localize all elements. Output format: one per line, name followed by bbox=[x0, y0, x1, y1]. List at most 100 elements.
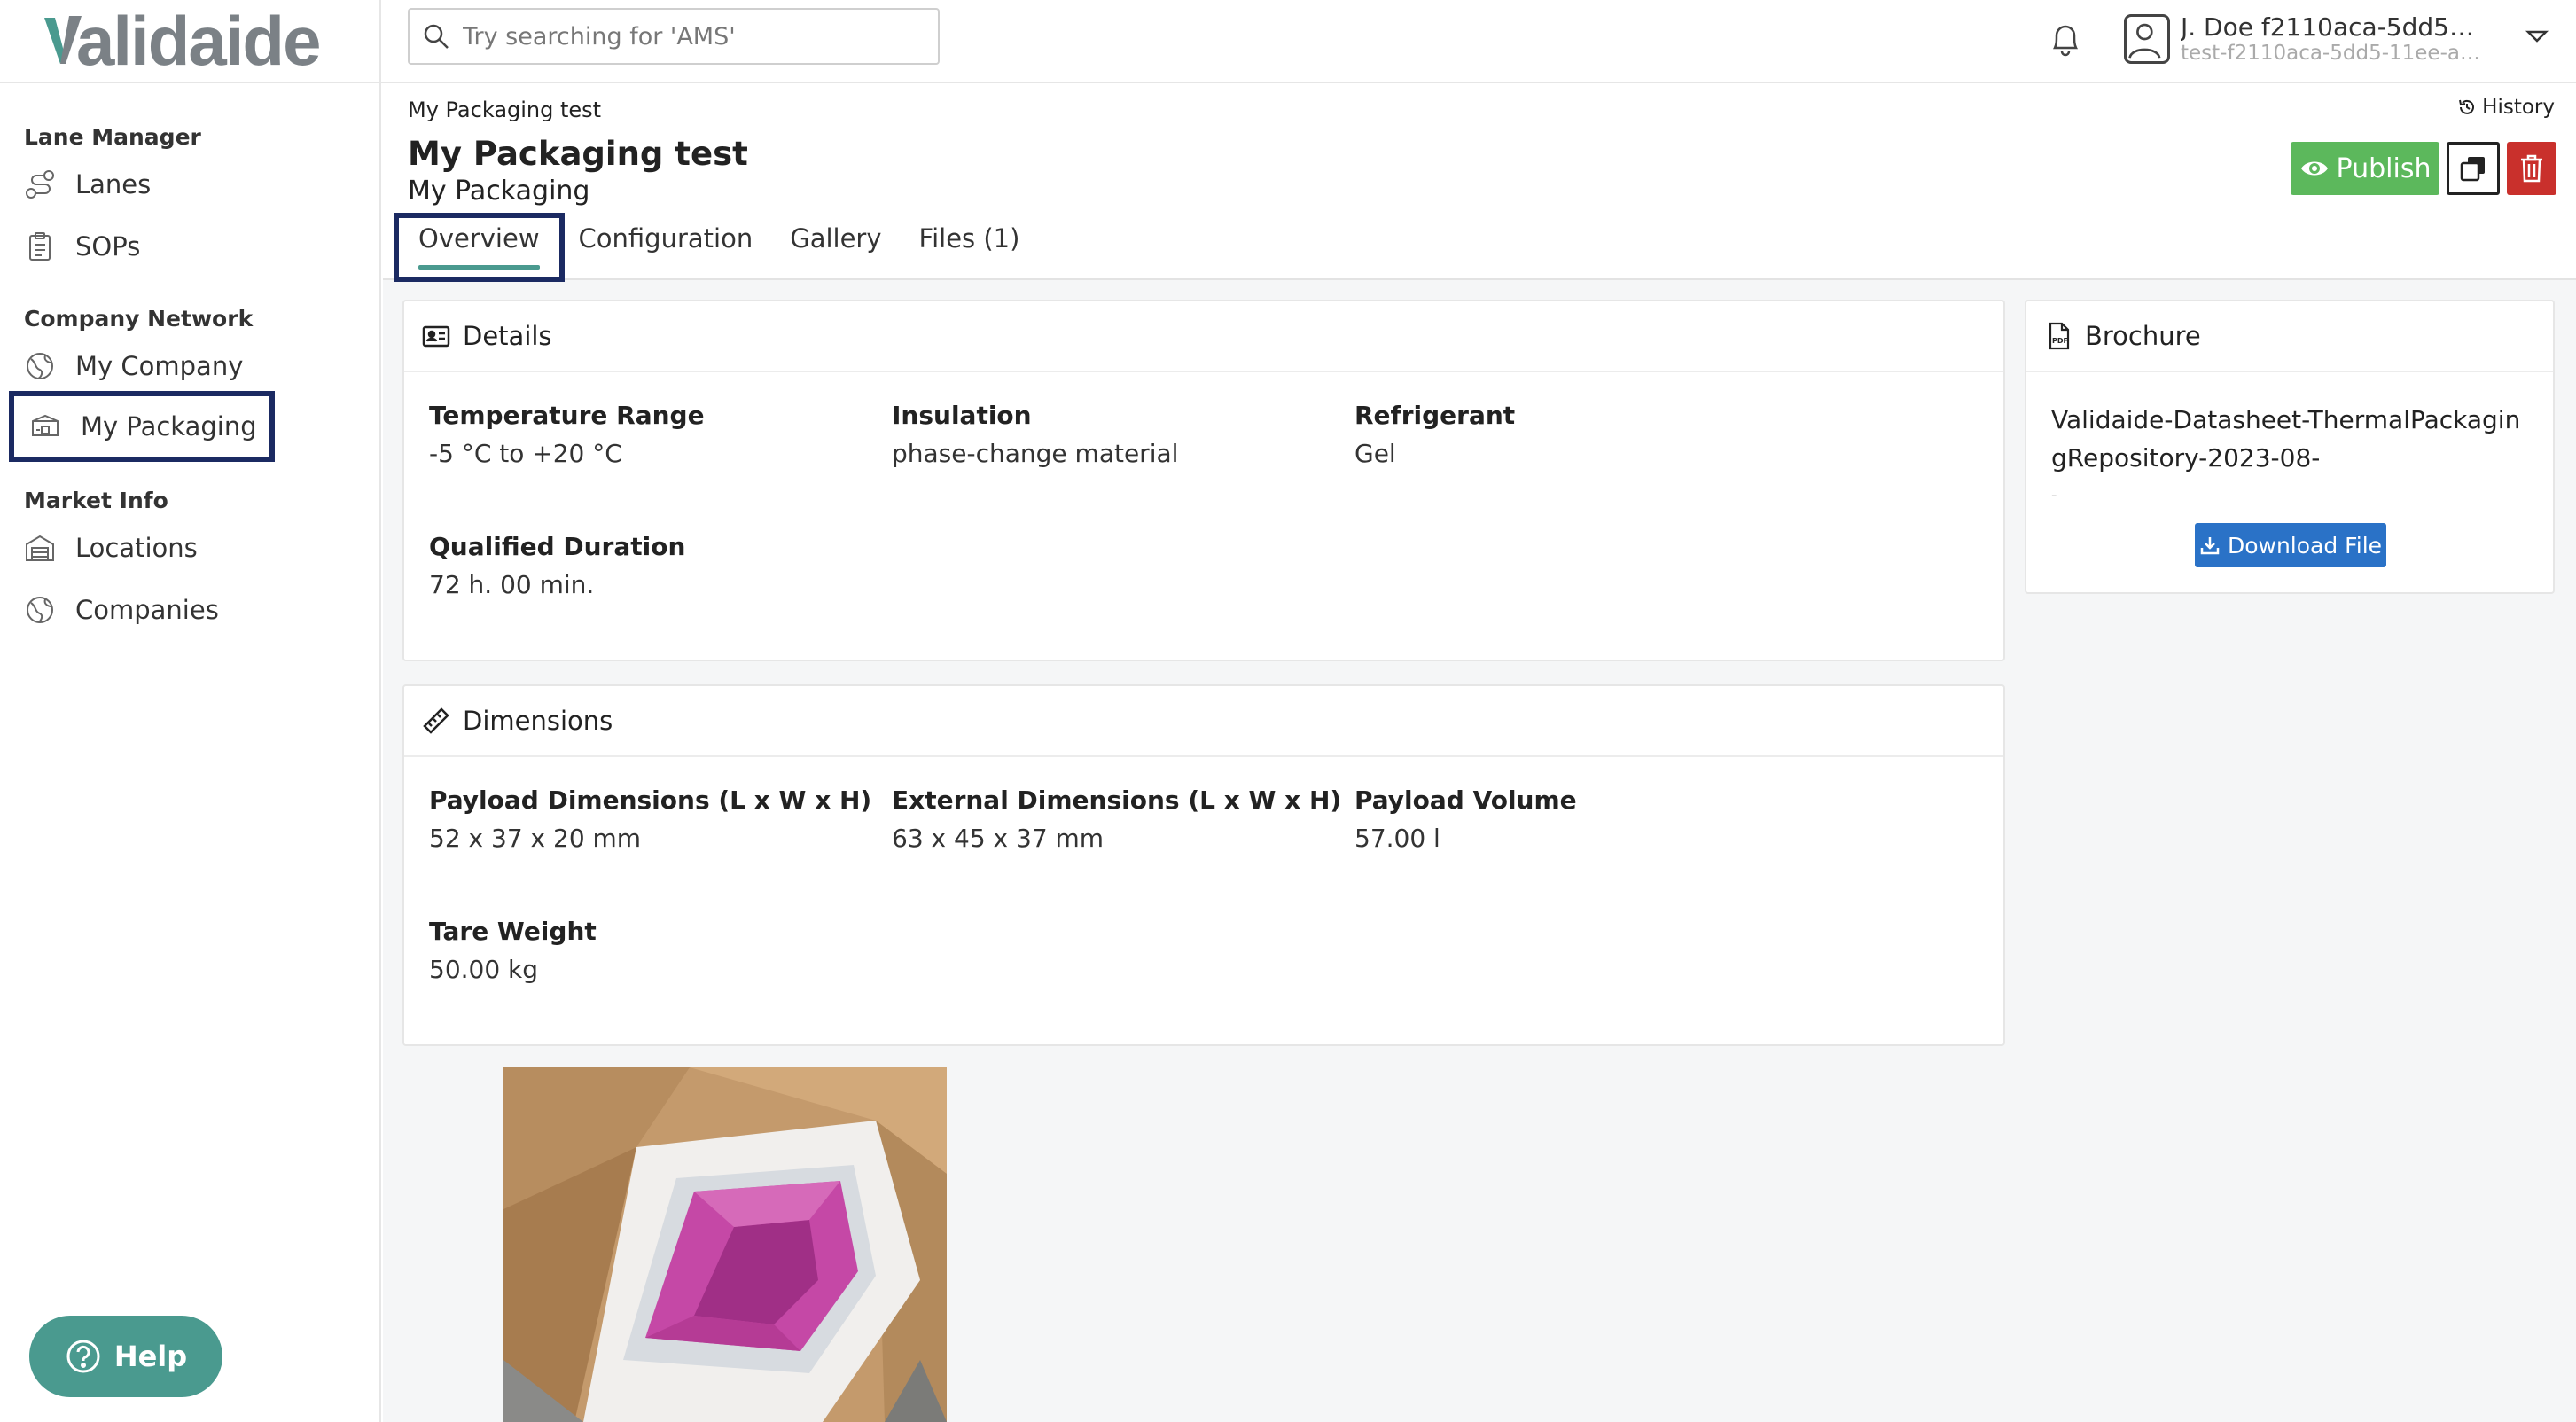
svg-text:PDF: PDF bbox=[2052, 337, 2068, 345]
brochure-file-suffix: - bbox=[2051, 486, 2057, 504]
download-label: Download File bbox=[2227, 532, 2383, 559]
field-label: Insulation bbox=[892, 401, 1032, 430]
sidebar-item-companies[interactable]: Companies bbox=[24, 585, 219, 635]
field-refrigerant: Refrigerant Gel bbox=[1354, 401, 1515, 468]
globe-icon bbox=[27, 353, 53, 379]
page-header: My Packaging test History My Packaging t… bbox=[383, 83, 2576, 282]
sidebar-item-label: My Company bbox=[75, 351, 244, 381]
history-icon bbox=[2459, 99, 2475, 114]
dimensions-card: Dimensions Payload Dimensions (L x W x H… bbox=[402, 684, 2005, 1046]
id-card-icon bbox=[422, 325, 450, 348]
field-value: 57.00 l bbox=[1354, 824, 1440, 853]
field-payload-volume: Payload Volume 57.00 l bbox=[1354, 785, 1577, 853]
main-content: My Packaging test History My Packaging t… bbox=[383, 83, 2576, 1422]
publish-button[interactable]: Publish bbox=[2291, 142, 2439, 195]
sidebar-item-label: Locations bbox=[75, 533, 198, 563]
sidebar-item-sops[interactable]: SOPs bbox=[24, 222, 140, 271]
globe-icon bbox=[27, 597, 53, 623]
field-external-dimensions: External Dimensions (L x W x H) 63 x 45 … bbox=[892, 785, 1341, 853]
field-label: Payload Volume bbox=[1354, 785, 1577, 815]
history-link[interactable]: History bbox=[2457, 96, 2555, 119]
question-circle-icon bbox=[66, 1340, 100, 1373]
field-payload-dimensions: Payload Dimensions (L x W x H) 52 x 37 x… bbox=[429, 785, 871, 853]
sidebar-item-locations[interactable]: Locations bbox=[24, 523, 198, 573]
details-title: Details bbox=[463, 321, 552, 351]
nav-section-company-network: Company Network bbox=[24, 306, 254, 332]
chevron-down-icon[interactable] bbox=[2525, 27, 2549, 46]
search-icon bbox=[424, 24, 449, 49]
field-label: Refrigerant bbox=[1354, 401, 1516, 430]
sidebar-item-label: SOPs bbox=[75, 231, 141, 262]
field-insulation: Insulation phase-change material bbox=[892, 401, 1178, 468]
field-value: Gel bbox=[1354, 439, 1396, 468]
download-file-button[interactable]: Download File bbox=[2195, 523, 2386, 567]
bell-icon[interactable] bbox=[2048, 20, 2083, 59]
field-label: External Dimensions (L x W x H) bbox=[892, 785, 1342, 815]
sidebar-item-lanes[interactable]: Lanes bbox=[24, 160, 151, 209]
details-card: Details Temperature Range -5 °C to +20 °… bbox=[402, 300, 2005, 661]
user-email: test-f2110aca-5dd5-11ee-a46... bbox=[2181, 42, 2482, 65]
user-icon bbox=[2128, 23, 2161, 59]
logo-text: alidaide bbox=[76, 2, 321, 80]
search-input[interactable] bbox=[463, 22, 924, 51]
help-label: Help bbox=[113, 1340, 188, 1373]
brochure-file-name: Validaide-Datasheet-ThermalPackagingRepo… bbox=[2051, 405, 2521, 473]
sidebar-item-label: Lanes bbox=[75, 169, 152, 199]
details-header: Details bbox=[404, 301, 2003, 372]
page-subtitle: My Packaging bbox=[408, 176, 590, 207]
delete-button[interactable] bbox=[2507, 142, 2556, 195]
trash-icon bbox=[2521, 154, 2542, 183]
download-icon bbox=[2200, 537, 2220, 555]
field-temperature-range: Temperature Range -5 °C to +20 °C bbox=[429, 401, 705, 468]
search-box[interactable] bbox=[408, 8, 940, 65]
sidebar: alidaide Lane Manager Lanes SOPs Company… bbox=[0, 0, 381, 1422]
nav-section-market-info: Market Info bbox=[24, 488, 168, 513]
packaging-image bbox=[503, 1067, 947, 1422]
field-label: Tare Weight bbox=[429, 917, 597, 946]
warehouse-icon bbox=[26, 535, 54, 561]
page-title: My Packaging test bbox=[408, 135, 748, 173]
tab-bar: Overview Configuration Gallery Files (1) bbox=[394, 213, 1057, 282]
field-label: Payload Dimensions (L x W x H) bbox=[429, 785, 872, 815]
clipboard-icon bbox=[29, 232, 51, 261]
user-name: J. Doe f2110aca-5dd5-11... bbox=[2181, 12, 2482, 42]
field-label: Temperature Range bbox=[429, 401, 705, 430]
tab-files[interactable]: Files (1) bbox=[919, 213, 1020, 282]
nav-section-lane-manager: Lane Manager bbox=[24, 124, 201, 150]
field-value: 63 x 45 x 37 mm bbox=[892, 824, 1105, 853]
field-tare-weight: Tare Weight 50.00 kg bbox=[429, 917, 597, 984]
sidebar-divider bbox=[0, 82, 381, 83]
top-bar: J. Doe f2110aca-5dd5-11... test-f2110aca… bbox=[381, 0, 2576, 83]
logo[interactable]: alidaide bbox=[43, 2, 321, 80]
history-label: History bbox=[2482, 96, 2555, 119]
avatar bbox=[2124, 13, 2170, 64]
packaging-photo[interactable] bbox=[503, 1067, 947, 1422]
sidebar-item-my-company[interactable]: My Company bbox=[24, 341, 243, 391]
tab-configuration[interactable]: Configuration bbox=[579, 213, 753, 282]
sidebar-item-label: Companies bbox=[75, 595, 219, 625]
tab-gallery[interactable]: Gallery bbox=[790, 213, 881, 282]
dimensions-header: Dimensions bbox=[404, 686, 2003, 757]
ruler-icon bbox=[423, 707, 449, 734]
duplicate-button[interactable] bbox=[2447, 142, 2500, 195]
copy-icon bbox=[2460, 157, 2485, 182]
field-value: phase-change material bbox=[892, 439, 1179, 468]
breadcrumb[interactable]: My Packaging test bbox=[408, 98, 601, 122]
field-value: 72 h. 00 min. bbox=[429, 570, 595, 599]
field-value: -5 °C to +20 °C bbox=[429, 439, 622, 468]
brochure-card: PDF Brochure Validaide-Datasheet-Thermal… bbox=[2025, 300, 2555, 594]
brochure-header: PDF Brochure bbox=[2026, 301, 2553, 372]
eye-icon bbox=[2300, 161, 2328, 176]
brochure-title: Brochure bbox=[2085, 321, 2201, 351]
dimensions-title: Dimensions bbox=[463, 706, 613, 736]
field-value: 52 x 37 x 20 mm bbox=[429, 824, 642, 853]
user-menu[interactable]: J. Doe f2110aca-5dd5-11... test-f2110aca… bbox=[2124, 12, 2482, 65]
sidebar-item-my-packaging[interactable]: My Packaging bbox=[9, 391, 275, 462]
tab-overview[interactable]: Overview bbox=[394, 213, 565, 282]
package-icon bbox=[32, 414, 59, 436]
pdf-file-icon: PDF bbox=[2049, 322, 2070, 350]
sidebar-item-label: My Packaging bbox=[81, 411, 257, 441]
route-icon bbox=[26, 170, 54, 199]
publish-label: Publish bbox=[2336, 152, 2432, 184]
help-button[interactable]: Help bbox=[29, 1316, 222, 1397]
